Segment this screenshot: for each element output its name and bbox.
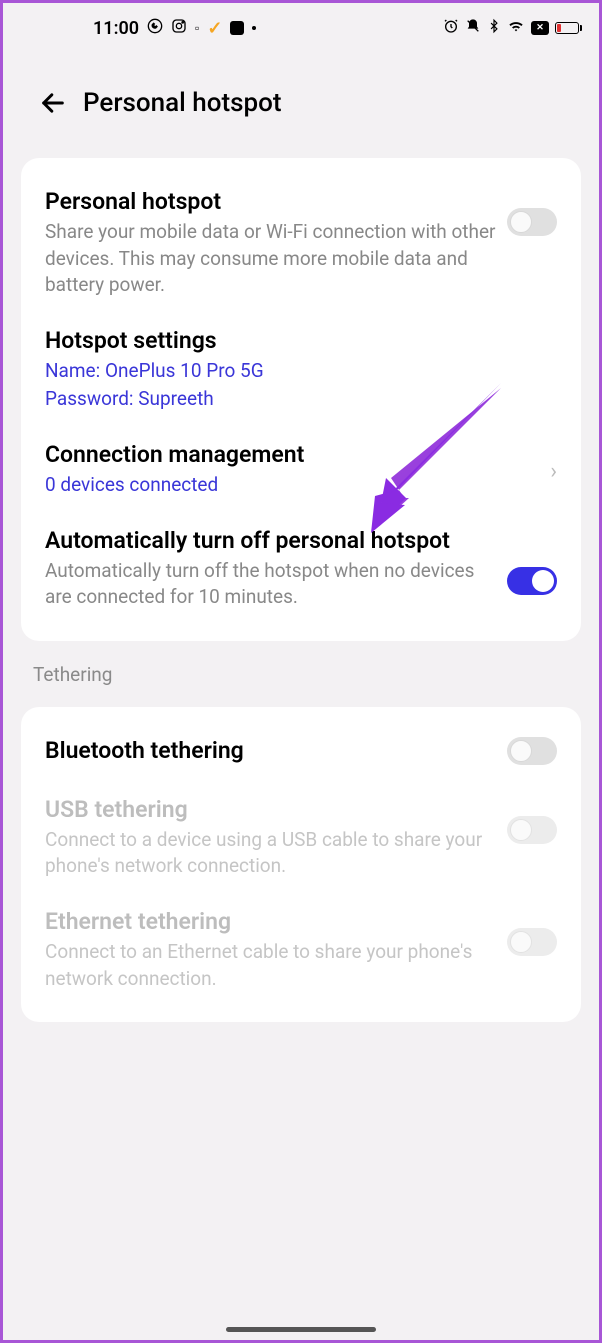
status-right: ✕ <box>443 18 579 38</box>
bluetooth-tethering-item[interactable]: Bluetooth tethering <box>45 731 557 782</box>
note-icon <box>230 21 244 35</box>
no-sim-icon: ✕ <box>531 21 549 35</box>
ethernet-tethering-desc: Connect to an Ethernet cable to share yo… <box>45 939 497 992</box>
usb-tethering-toggle <box>507 816 557 844</box>
chevron-right-icon: › <box>550 459 557 484</box>
wifi-icon <box>507 18 525 38</box>
arrow-left-icon <box>39 89 67 117</box>
back-button[interactable] <box>33 83 73 123</box>
ethernet-tethering-toggle <box>507 928 557 956</box>
auto-off-desc: Automatically turn off the hotspot when … <box>45 558 497 611</box>
page-title: Personal hotspot <box>83 88 282 118</box>
ethernet-tethering-item: Ethernet tethering Connect to an Etherne… <box>45 894 557 998</box>
connection-management-title: Connection management <box>45 441 532 468</box>
status-left: 11:00 ▫ ✓ <box>93 18 256 39</box>
whatsapp-icon <box>147 18 163 38</box>
battery-icon <box>555 22 579 34</box>
auto-off-toggle[interactable] <box>507 567 557 595</box>
personal-hotspot-desc: Share your mobile data or Wi-Fi connecti… <box>45 219 497 299</box>
hotspot-name-line: Name: OnePlus 10 Pro 5G <box>45 358 547 385</box>
dot-icon <box>252 26 256 30</box>
status-time: 11:00 <box>93 18 139 39</box>
personal-hotspot-title: Personal hotspot <box>45 188 497 215</box>
instagram-icon <box>171 18 187 38</box>
tethering-section-label: Tethering <box>3 641 599 692</box>
check-icon: ✓ <box>207 18 222 39</box>
auto-off-item[interactable]: Automatically turn off personal hotspot … <box>45 513 557 617</box>
hotspot-settings-item[interactable]: Hotspot settings Name: OnePlus 10 Pro 5G… <box>45 313 557 427</box>
home-indicator[interactable] <box>226 1327 376 1332</box>
personal-hotspot-toggle[interactable] <box>507 208 557 236</box>
apps-icon: ▫ <box>195 21 199 35</box>
hotspot-settings-title: Hotspot settings <box>45 327 547 354</box>
personal-hotspot-item[interactable]: Personal hotspot Share your mobile data … <box>45 182 557 313</box>
usb-tethering-title: USB tethering <box>45 796 497 823</box>
tethering-card: Bluetooth tethering USB tethering Connec… <box>21 707 581 1022</box>
bluetooth-tethering-toggle[interactable] <box>507 737 557 765</box>
ethernet-tethering-title: Ethernet tethering <box>45 908 497 935</box>
bluetooth-icon <box>487 18 501 38</box>
usb-tethering-desc: Connect to a device using a USB cable to… <box>45 827 497 880</box>
mute-icon <box>465 18 481 38</box>
alarm-icon <box>443 18 459 38</box>
status-bar: 11:00 ▫ ✓ ✕ <box>3 3 599 53</box>
hotspot-password-line: Password: Supreeth <box>45 386 547 413</box>
hotspot-card: Personal hotspot Share your mobile data … <box>21 158 581 641</box>
connection-management-subtitle: 0 devices connected <box>45 472 532 499</box>
page-header: Personal hotspot <box>3 53 599 143</box>
connection-management-item[interactable]: Connection management 0 devices connecte… <box>45 427 557 513</box>
usb-tethering-item: USB tethering Connect to a device using … <box>45 782 557 894</box>
bluetooth-tethering-title: Bluetooth tethering <box>45 737 497 764</box>
auto-off-title: Automatically turn off personal hotspot <box>45 527 497 554</box>
